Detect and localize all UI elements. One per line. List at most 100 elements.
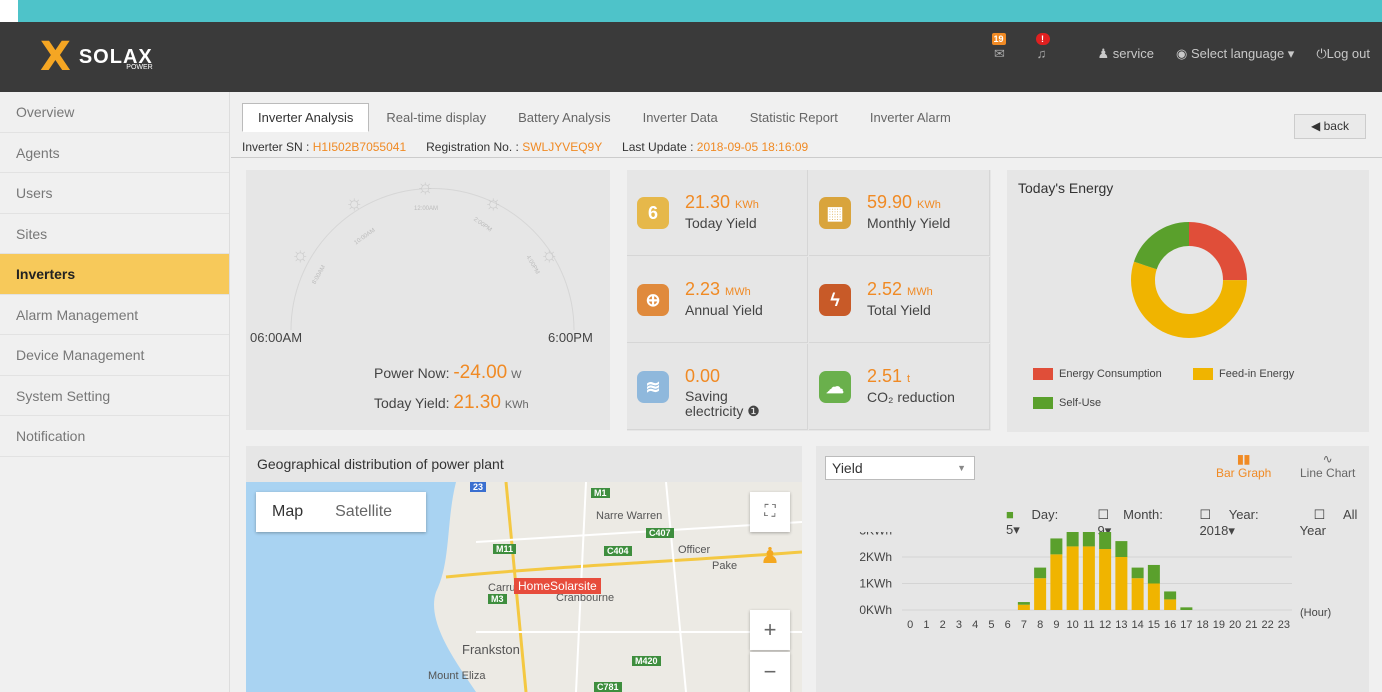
logout-button[interactable]: ⏻Log out <box>1316 46 1370 62</box>
bar-segment[interactable] <box>1164 591 1177 600</box>
language-select[interactable]: ◉ Select language ▾ <box>1176 46 1294 62</box>
tab-inverter-analysis[interactable]: Inverter Analysis <box>242 103 370 132</box>
metric-select[interactable]: Yield ▼ <box>825 456 975 480</box>
sidebar-item-alarm-management[interactable]: Alarm Management <box>0 295 229 335</box>
sidebar-item-overview[interactable]: Overview <box>0 92 229 133</box>
fullscreen-icon[interactable]: ⛶ <box>750 492 790 532</box>
y-tick-label: 2KWh <box>859 550 892 564</box>
sun-icon: ☼ <box>345 192 364 214</box>
x-unit-label: (Hour) <box>1300 607 1331 619</box>
bar-segment[interactable] <box>1017 602 1030 605</box>
stat-cell: ≋ 0.00 Saving electricity ❶ <box>627 344 808 430</box>
stat-cell: ϟ 2.52 MWh Total Yield <box>809 257 990 343</box>
road-sign: M11 <box>493 544 517 554</box>
back-button[interactable]: ◀ back <box>1294 114 1366 139</box>
tab-battery-analysis[interactable]: Battery Analysis <box>503 104 626 131</box>
x-tick-label: 19 <box>1213 619 1225 631</box>
bar-segment[interactable] <box>1099 549 1112 610</box>
stat-value: 2.52 MWh <box>867 279 933 299</box>
road-sign: C781 <box>594 682 622 692</box>
stat-cell: ▦ 59.90 KWh Monthly Yield <box>809 170 990 256</box>
mail-count-badge: 19 <box>991 33 1006 45</box>
bar-segment[interactable] <box>1066 532 1079 547</box>
user-menu[interactable]: ♟ service <box>1098 46 1154 62</box>
map-place: Narre Warren <box>596 510 663 522</box>
solax-logo[interactable]: X SOLAX POWER <box>40 37 153 77</box>
bar-segment[interactable] <box>1099 532 1112 550</box>
sidebar-item-device-management[interactable]: Device Management <box>0 335 229 376</box>
sidebar-item-agents[interactable]: Agents <box>0 133 229 173</box>
bar-segment[interactable] <box>1147 583 1160 611</box>
x-tick-label: 13 <box>1115 619 1127 631</box>
stat-name: CO₂ reduction <box>867 389 955 405</box>
y-tick-label: 3KWh <box>859 532 892 538</box>
map-marker[interactable]: HomeSolarsite <box>514 578 601 594</box>
bar-graph-toggle[interactable]: ▮▮ Bar Graph <box>1216 452 1271 480</box>
bar-segment[interactable] <box>1115 557 1128 610</box>
bar-segment[interactable] <box>1131 578 1144 610</box>
bar-segment[interactable] <box>1082 532 1095 547</box>
sun-end-time: 6:00PM <box>548 330 593 345</box>
power-now-value: -24.00 <box>453 362 508 383</box>
zoom-in-icon[interactable]: + <box>750 610 790 650</box>
map-type-map[interactable]: Map <box>256 503 319 521</box>
back-arrow-icon: ◀ <box>1311 119 1324 133</box>
pegman-icon[interactable]: ♟ <box>750 536 790 576</box>
bell-icon[interactable]: ♫! <box>1034 33 1050 64</box>
bar-segment[interactable] <box>1164 599 1177 610</box>
legend-swatch <box>1033 397 1053 409</box>
bar-segment[interactable] <box>1050 538 1063 555</box>
map-panel: Geographical distribution of power plant… <box>246 446 802 692</box>
checked-box-icon: ■ <box>1006 507 1014 522</box>
map-canvas[interactable]: Map Satellite Narre Warren Officer Cranb… <box>246 482 802 692</box>
legend-swatch <box>1193 368 1213 380</box>
map-type-satellite[interactable]: Satellite <box>319 503 408 521</box>
mail-icon[interactable]: ✉ 19 <box>991 33 1008 64</box>
sn-value: H1I502B7055041 <box>312 140 407 154</box>
language-label: Select language <box>1190 46 1285 61</box>
sidebar-item-system-setting[interactable]: System Setting <box>0 376 229 416</box>
bar-segment[interactable] <box>1082 546 1095 610</box>
road-sign: 23 <box>470 482 487 492</box>
bar-segment[interactable] <box>1066 546 1079 610</box>
user-icon: ♟ <box>1097 46 1113 61</box>
sidebar-item-users[interactable]: Users <box>0 173 229 214</box>
checkbox-icon: ☐ <box>1097 507 1110 522</box>
year-label: Year: <box>1228 507 1259 522</box>
yield-bar-chart: 0KWh1KWh2KWh3KWh4KWh01234567891011121314… <box>859 532 1331 631</box>
bar-segment[interactable] <box>1147 564 1160 584</box>
power-small-icon: ⏻ <box>1316 46 1327 61</box>
bar-segment[interactable] <box>1050 554 1063 610</box>
x-tick-label: 4 <box>972 619 978 631</box>
stat-value: 2.51 t <box>867 366 911 386</box>
x-tick-label: 0 <box>907 619 913 631</box>
bar-segment[interactable] <box>1017 604 1030 610</box>
reg-label: Registration No. : <box>426 140 519 154</box>
line-chart-label: Line Chart <box>1300 466 1356 480</box>
bar-segment[interactable] <box>1115 541 1128 557</box>
globe-icon: ⊕ <box>637 284 669 316</box>
sidebar-item-sites[interactable]: Sites <box>0 214 229 254</box>
stats-grid: 6 21.30 KWh Today Yield ▦ 59.90 KWh Monthly Y… <box>627 170 991 431</box>
legend-item: Self-Use <box>1033 397 1101 409</box>
bar-segment[interactable] <box>1131 567 1144 579</box>
stat-cell: ⊕ 2.23 MWh Annual Yield <box>627 257 808 343</box>
zoom-out-icon[interactable]: − <box>750 652 790 692</box>
map-type-control: Map Satellite <box>256 492 426 532</box>
bar-segment[interactable] <box>1034 578 1047 610</box>
select-caret-icon: ▼ <box>957 463 966 473</box>
tab-inverter-alarm[interactable]: Inverter Alarm <box>855 104 966 131</box>
map-place: Pake <box>712 560 738 572</box>
tab-real-time-display[interactable]: Real-time display <box>371 104 501 131</box>
bar-segment[interactable] <box>1180 607 1193 610</box>
sidebar-item-notification[interactable]: Notification <box>0 416 229 457</box>
tab-inverter-data[interactable]: Inverter Data <box>628 104 733 131</box>
x-tick-label: 2 <box>940 619 946 631</box>
sidebar-item-inverters[interactable]: Inverters <box>0 254 229 295</box>
x-tick-label: 7 <box>1021 619 1027 631</box>
line-chart-toggle[interactable]: ∿ Line Chart <box>1300 452 1355 480</box>
tab-statistic-report[interactable]: Statistic Report <box>735 104 853 131</box>
bar-segment[interactable] <box>1034 567 1047 579</box>
sun-path-panel: ☼ ☼ ☼ ☼ ☼ 8:00AM 10:00AM 12:00AM 2:00PM … <box>246 170 610 430</box>
inverter-info-line: Inverter SN : H1I502B7055041 Registratio… <box>242 140 808 154</box>
